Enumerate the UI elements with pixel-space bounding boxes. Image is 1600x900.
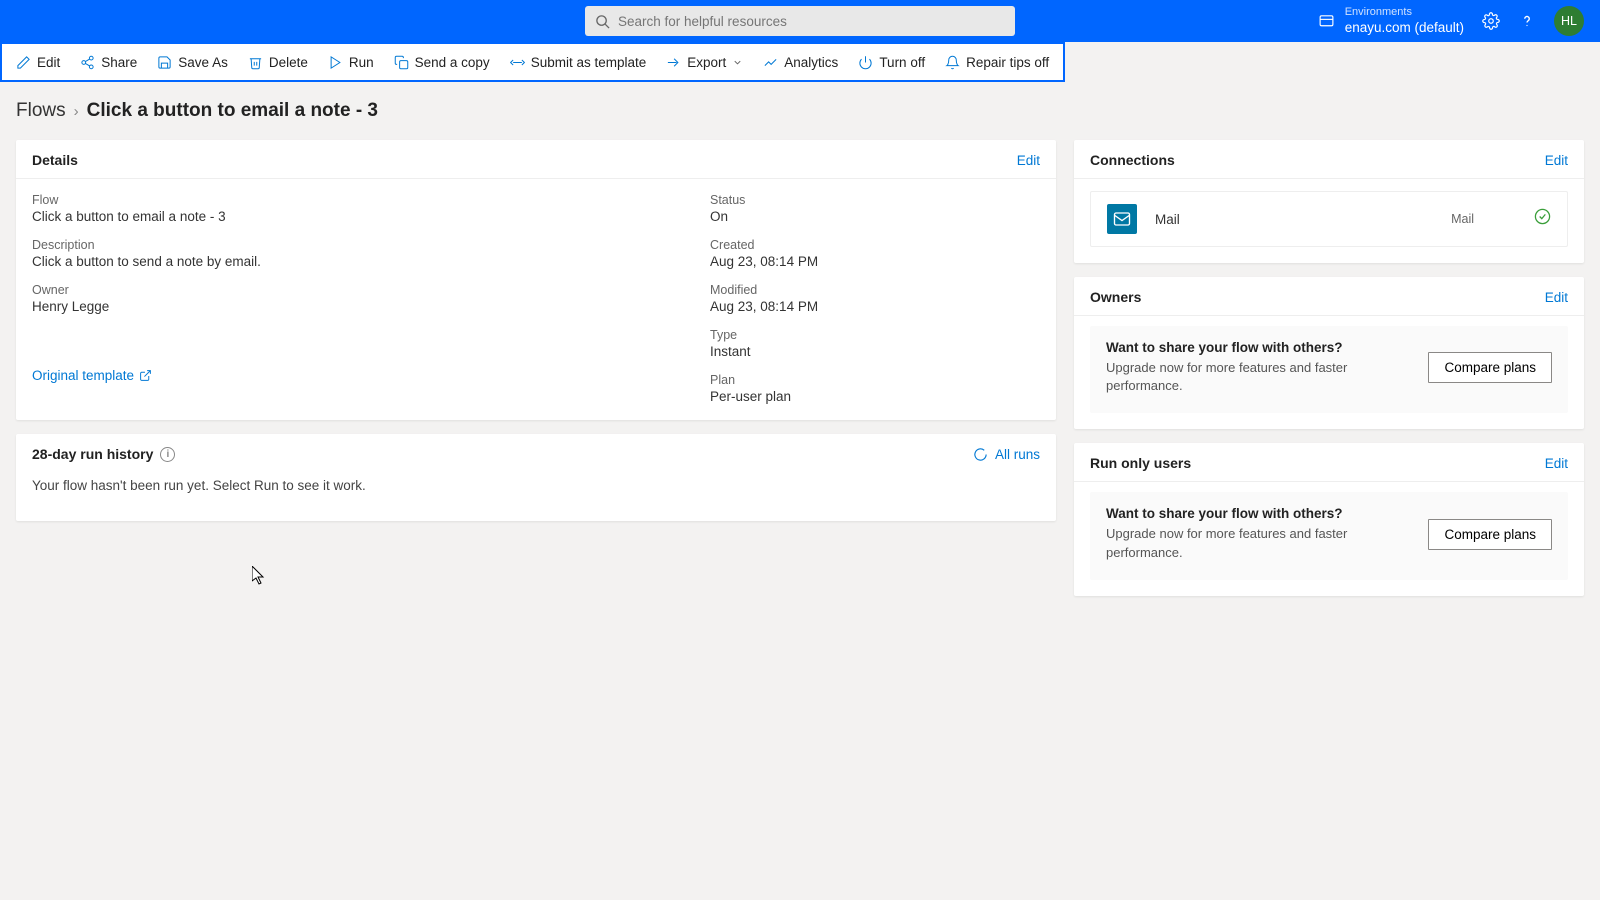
save-as-icon bbox=[157, 55, 172, 70]
breadcrumb: Flows › Click a button to email a note -… bbox=[0, 82, 1600, 132]
run-icon bbox=[328, 55, 343, 70]
mail-icon bbox=[1107, 204, 1137, 234]
environment-icon bbox=[1318, 13, 1335, 30]
export-button[interactable]: Export bbox=[666, 55, 743, 70]
user-avatar[interactable]: HL bbox=[1554, 6, 1584, 36]
breadcrumb-root[interactable]: Flows bbox=[16, 100, 66, 122]
run-only-promo-heading: Want to share your flow with others? bbox=[1106, 506, 1410, 521]
owners-promo-heading: Want to share your flow with others? bbox=[1106, 340, 1410, 355]
edit-button[interactable]: Edit bbox=[16, 55, 60, 70]
app-header: Environments enayu.com (default) HL bbox=[0, 0, 1600, 42]
run-button[interactable]: Run bbox=[328, 55, 374, 70]
environment-picker[interactable]: Environments enayu.com (default) bbox=[1318, 6, 1464, 35]
settings-icon[interactable] bbox=[1482, 12, 1500, 30]
owners-promo-sub: Upgrade now for more features and faster… bbox=[1106, 359, 1410, 395]
details-title: Details bbox=[32, 152, 78, 168]
delete-button[interactable]: Delete bbox=[248, 55, 308, 70]
external-link-icon bbox=[139, 369, 152, 382]
owners-title: Owners bbox=[1090, 289, 1141, 305]
analytics-icon bbox=[763, 55, 778, 70]
owner-value: Henry Legge bbox=[32, 299, 710, 314]
run-only-users-card: Run only users Edit Want to share your f… bbox=[1074, 443, 1584, 595]
breadcrumb-current: Click a button to email a note - 3 bbox=[87, 100, 378, 122]
power-icon bbox=[858, 55, 873, 70]
connections-edit-link[interactable]: Edit bbox=[1545, 153, 1568, 168]
created-label: Created bbox=[710, 238, 1040, 252]
description-value: Click a button to send a note by email. bbox=[32, 254, 710, 269]
run-only-promo-sub: Upgrade now for more features and faster… bbox=[1106, 525, 1410, 561]
refresh-icon bbox=[973, 447, 988, 462]
search-box[interactable] bbox=[585, 6, 1015, 36]
flow-label: Flow bbox=[32, 193, 710, 207]
original-template-link[interactable]: Original template bbox=[32, 368, 710, 383]
type-value: Instant bbox=[710, 344, 1040, 359]
status-label: Status bbox=[710, 193, 1040, 207]
run-history-empty: Your flow hasn't been run yet. Select Ru… bbox=[16, 474, 1056, 521]
submit-template-button[interactable]: Submit as template bbox=[510, 55, 647, 70]
compare-plans-button[interactable]: Compare plans bbox=[1428, 352, 1552, 383]
environment-label: Environments bbox=[1345, 6, 1464, 19]
modified-value: Aug 23, 08:14 PM bbox=[710, 299, 1040, 314]
details-card: Details Edit Flow Click a button to email… bbox=[16, 140, 1056, 420]
connections-card: Connections Edit Mail Mail bbox=[1074, 140, 1584, 263]
owners-edit-link[interactable]: Edit bbox=[1545, 290, 1568, 305]
description-label: Description bbox=[32, 238, 710, 252]
command-bar: Edit Share Save As Delete Run Send a cop… bbox=[0, 42, 1065, 82]
turn-off-button[interactable]: Turn off bbox=[858, 55, 925, 70]
repair-tips-button[interactable]: Repair tips off bbox=[945, 55, 1049, 70]
owner-label: Owner bbox=[32, 283, 710, 297]
flow-value: Click a button to email a note - 3 bbox=[32, 209, 710, 224]
export-icon bbox=[666, 55, 681, 70]
edit-icon bbox=[16, 55, 31, 70]
modified-label: Modified bbox=[710, 283, 1040, 297]
bell-icon bbox=[945, 55, 960, 70]
save-as-button[interactable]: Save As bbox=[157, 55, 228, 70]
status-value: On bbox=[710, 209, 1040, 224]
connection-row[interactable]: Mail Mail bbox=[1090, 191, 1568, 247]
owners-card: Owners Edit Want to share your flow with… bbox=[1074, 277, 1584, 429]
chevron-down-icon bbox=[732, 57, 743, 68]
plan-value: Per-user plan bbox=[710, 389, 1040, 404]
run-history-card: 28-day run history i All runs Your flow … bbox=[16, 434, 1056, 521]
help-icon[interactable] bbox=[1518, 12, 1536, 30]
all-runs-link[interactable]: All runs bbox=[973, 447, 1040, 462]
type-label: Type bbox=[710, 328, 1040, 342]
created-value: Aug 23, 08:14 PM bbox=[710, 254, 1040, 269]
info-icon[interactable]: i bbox=[160, 447, 175, 462]
connection-name: Mail bbox=[1155, 212, 1180, 227]
send-copy-button[interactable]: Send a copy bbox=[394, 55, 490, 70]
search-input[interactable] bbox=[618, 14, 1005, 29]
connection-type: Mail bbox=[1451, 212, 1474, 226]
compare-plans-button[interactable]: Compare plans bbox=[1428, 519, 1552, 550]
analytics-button[interactable]: Analytics bbox=[763, 55, 838, 70]
share-icon bbox=[80, 55, 95, 70]
run-only-edit-link[interactable]: Edit bbox=[1545, 456, 1568, 471]
delete-icon bbox=[248, 55, 263, 70]
details-edit-link[interactable]: Edit bbox=[1017, 153, 1040, 168]
submit-icon bbox=[510, 55, 525, 70]
share-button[interactable]: Share bbox=[80, 55, 137, 70]
search-icon bbox=[595, 14, 610, 29]
connections-title: Connections bbox=[1090, 152, 1175, 168]
plan-label: Plan bbox=[710, 373, 1040, 387]
environment-name: enayu.com (default) bbox=[1345, 20, 1464, 36]
check-icon bbox=[1534, 208, 1551, 230]
copy-icon bbox=[394, 55, 409, 70]
run-history-title: 28-day run history bbox=[32, 446, 153, 462]
chevron-right-icon: › bbox=[74, 103, 79, 120]
run-only-title: Run only users bbox=[1090, 455, 1191, 471]
